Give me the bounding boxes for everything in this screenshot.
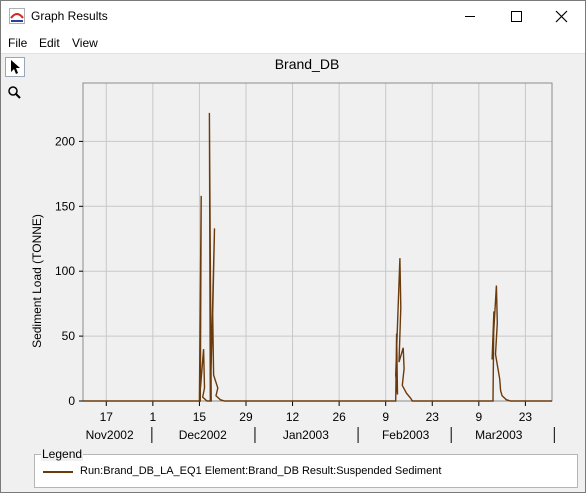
sediment-chart[interactable]: Brand_DB Sediment Load (TONNE) 0 50 100 150… bbox=[1, 53, 585, 446]
close-button[interactable] bbox=[539, 1, 585, 32]
month-label: Mar2003 bbox=[475, 428, 523, 442]
x-tick-label: 17 bbox=[100, 410, 114, 424]
maximize-button[interactable] bbox=[493, 1, 539, 32]
grid-lines bbox=[83, 83, 552, 401]
x-tick-label: 23 bbox=[519, 410, 533, 424]
y-tick-label: 150 bbox=[55, 199, 75, 213]
window-title: Graph Results bbox=[31, 9, 108, 23]
x-tick-label: 15 bbox=[193, 410, 207, 424]
legend-line-swatch bbox=[43, 471, 73, 473]
month-label: Feb2003 bbox=[382, 428, 430, 442]
minimize-button[interactable] bbox=[447, 1, 493, 32]
x-tick-label: 9 bbox=[382, 410, 389, 424]
x-tick-label: 9 bbox=[475, 410, 482, 424]
month-label: Jan2003 bbox=[283, 428, 329, 442]
month-label: Nov2002 bbox=[86, 428, 134, 442]
app-icon bbox=[9, 8, 25, 24]
y-tick-label: 200 bbox=[55, 134, 75, 148]
menu-file[interactable]: File bbox=[8, 36, 27, 50]
menu-view[interactable]: View bbox=[72, 36, 98, 50]
legend-entry: Run:Brand_DB_LA_EQ1 Element:Brand_DB Res… bbox=[80, 465, 442, 477]
chart-title: Brand_DB bbox=[275, 56, 340, 72]
x-tick-label: 26 bbox=[332, 410, 346, 424]
legend-title: Legend bbox=[41, 447, 84, 461]
legend-box: Run:Brand_DB_LA_EQ1 Element:Brand_DB Res… bbox=[34, 454, 578, 488]
x-tick-label: 23 bbox=[426, 410, 440, 424]
title-bar[interactable]: Graph Results bbox=[1, 1, 585, 32]
menu-bar: File Edit View bbox=[1, 32, 585, 54]
x-tick-label: 29 bbox=[239, 410, 253, 424]
close-icon bbox=[555, 10, 568, 23]
x-tick-label: 1 bbox=[150, 410, 157, 424]
axis-ticks: 0 50 100 150 200 17 1 15 29 12 26 9 23 9 23 Nov2002 Dec2… bbox=[55, 134, 555, 443]
menu-edit[interactable]: Edit bbox=[39, 36, 60, 50]
y-tick-label: 50 bbox=[62, 329, 76, 343]
month-label: Dec2002 bbox=[179, 428, 227, 442]
graph-results-window: Graph Results File Edit View Brand_DB Se… bbox=[0, 0, 586, 493]
y-tick-label: 0 bbox=[68, 394, 75, 408]
y-axis-label: Sediment Load (TONNE) bbox=[30, 214, 44, 348]
y-tick-label: 100 bbox=[55, 264, 75, 278]
x-tick-label: 12 bbox=[286, 410, 300, 424]
